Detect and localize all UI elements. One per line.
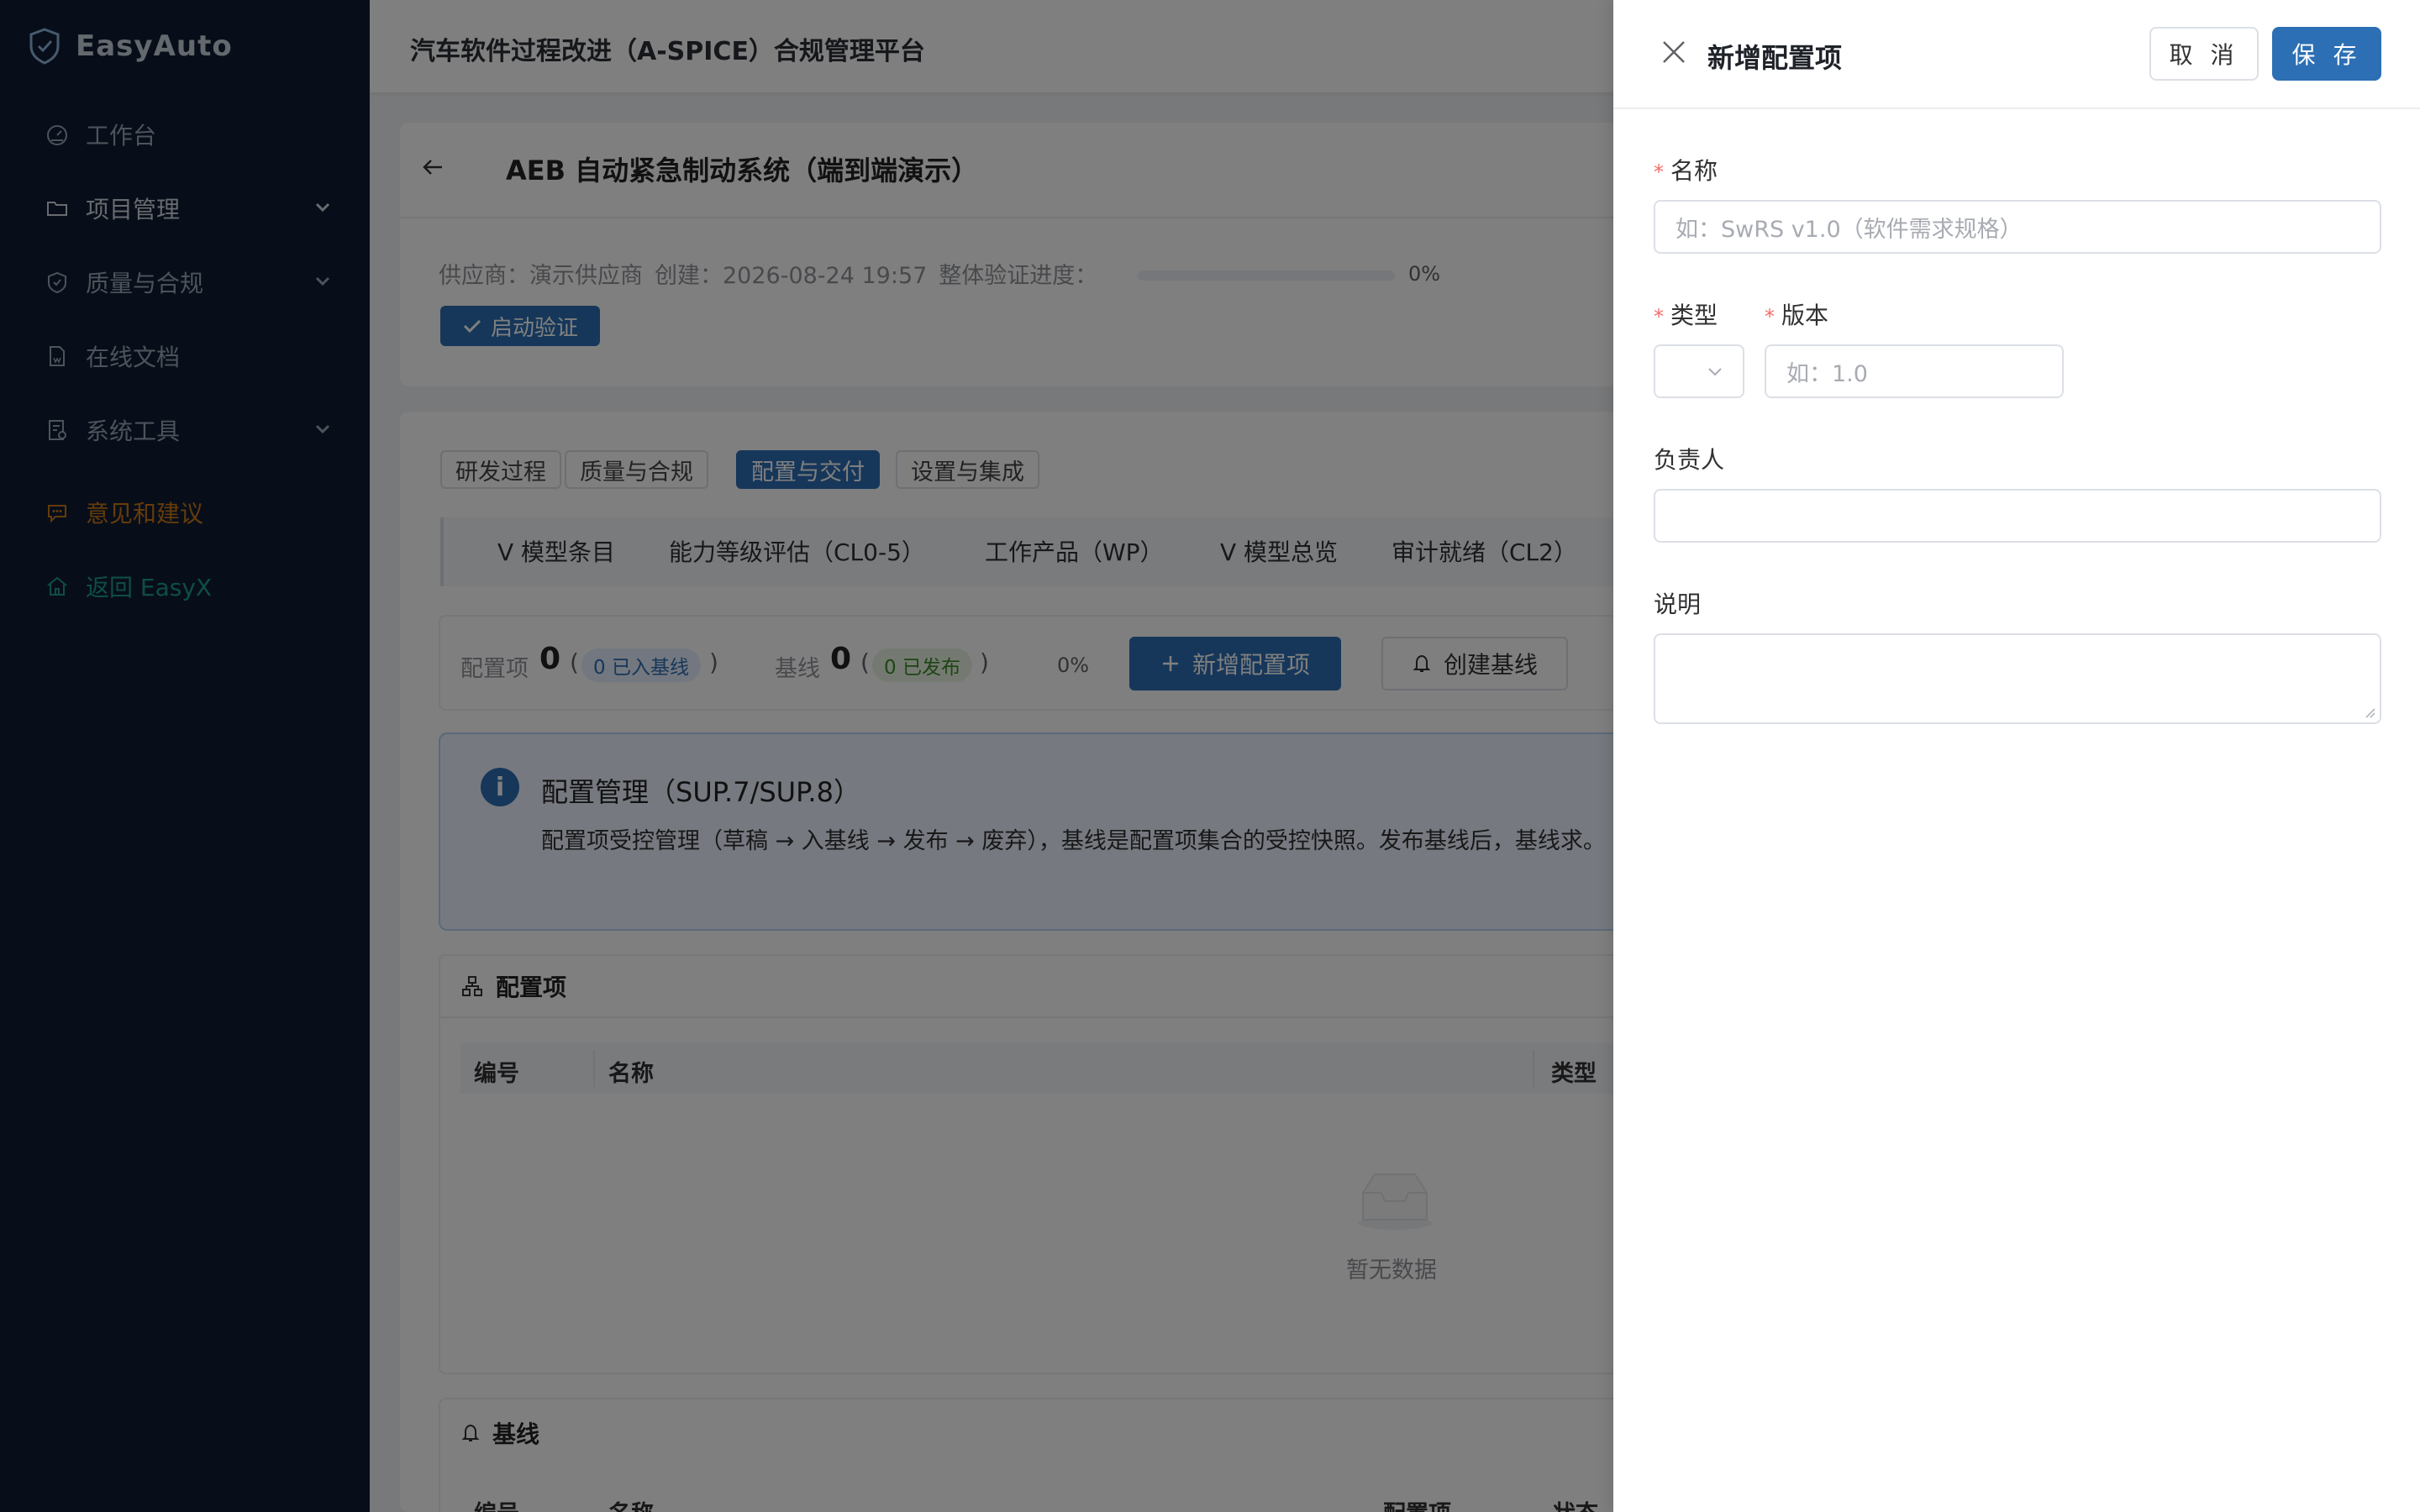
required-mark: *: [1654, 305, 1664, 328]
chevron-down-icon: [1708, 368, 1722, 376]
description-textarea[interactable]: [1654, 633, 2381, 724]
owner-label: 负责人: [1654, 446, 1725, 474]
drawer-title: 新增配置项: [1707, 42, 1843, 74]
add-config-item-drawer: 新增配置项 取 消 保 存 * 名称 如：SwRS v1.0（软件需求规格） * 类…: [1613, 0, 2420, 1512]
divider: [1613, 108, 2420, 109]
name-label: * 名称: [1654, 153, 1718, 186]
resize-handle-icon[interactable]: [2363, 706, 2376, 719]
close-icon[interactable]: [1660, 39, 1687, 66]
owner-input[interactable]: [1654, 489, 2381, 543]
cancel-button[interactable]: 取 消: [2149, 27, 2259, 81]
description-label: 说明: [1654, 591, 1702, 618]
name-input[interactable]: 如：SwRS v1.0（软件需求规格）: [1654, 200, 2381, 254]
version-input[interactable]: 如：1.0: [1765, 344, 2064, 398]
version-label: * 版本: [1765, 297, 1828, 331]
type-label: * 类型: [1654, 297, 1718, 331]
save-button[interactable]: 保 存: [2272, 27, 2381, 81]
name-label-text: 名称: [1670, 157, 1718, 185]
version-placeholder: 如：1.0: [1786, 360, 1868, 387]
name-placeholder: 如：SwRS v1.0（软件需求规格）: [1676, 216, 2023, 243]
type-label-text: 类型: [1670, 302, 1718, 329]
required-mark: *: [1654, 160, 1664, 184]
required-mark: *: [1765, 305, 1775, 328]
modal-overlay[interactable]: [0, 0, 1613, 1512]
version-label-text: 版本: [1781, 302, 1829, 329]
type-select[interactable]: [1654, 344, 1744, 398]
